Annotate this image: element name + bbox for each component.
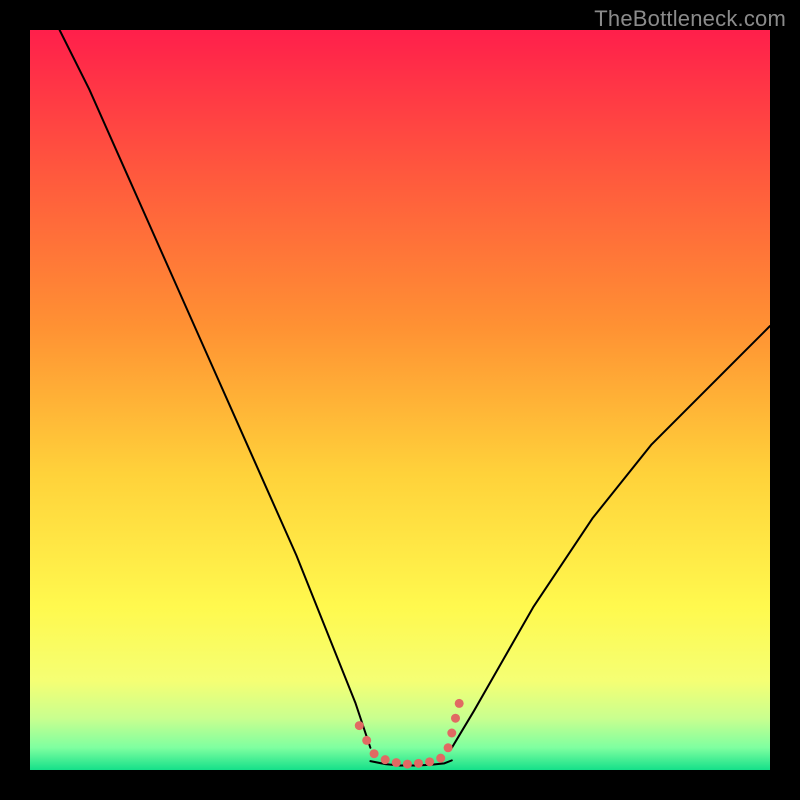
gradient-background [30, 30, 770, 770]
watermark-text: TheBottleneck.com [594, 6, 786, 32]
accent-dot [381, 755, 390, 764]
accent-dot [447, 729, 456, 738]
accent-dot [414, 759, 423, 768]
accent-dot [403, 760, 412, 769]
chart-frame: TheBottleneck.com [0, 0, 800, 800]
accent-dot [425, 757, 434, 766]
accent-dot [436, 754, 445, 763]
accent-dot [355, 721, 364, 730]
accent-dot [444, 743, 453, 752]
accent-dot [370, 749, 379, 758]
accent-dot [451, 714, 460, 723]
bottleneck-chart [30, 30, 770, 770]
accent-dot [455, 699, 464, 708]
accent-dot [362, 736, 371, 745]
accent-dot [392, 758, 401, 767]
